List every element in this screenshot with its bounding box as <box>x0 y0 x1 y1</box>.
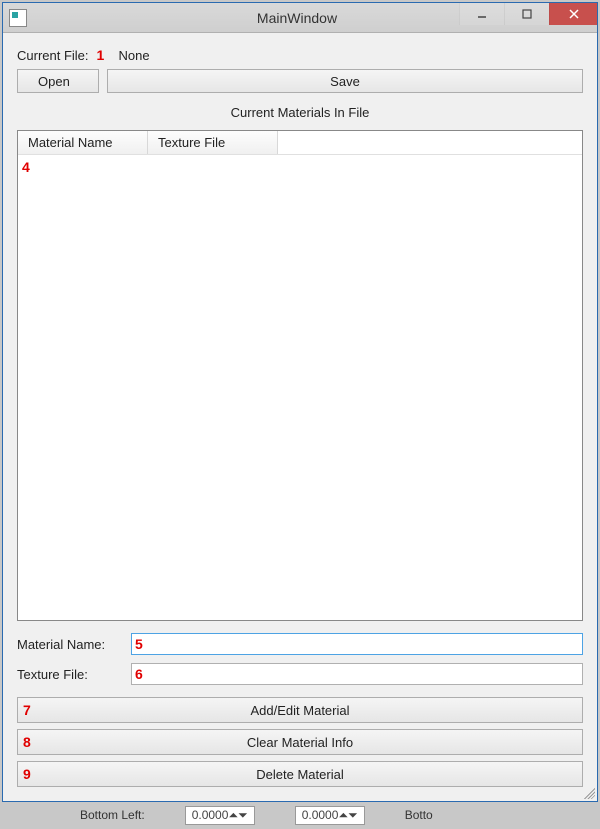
marker-4: 4 <box>22 159 30 175</box>
bg-spin-2: 0.0000⏶⏷ <box>295 806 365 825</box>
bg-spin-1: 0.0000⏶⏷ <box>185 806 255 825</box>
material-name-input-holder: 5 <box>131 633 583 655</box>
save-button-label: Save <box>330 74 360 89</box>
maximize-button[interactable] <box>504 3 549 25</box>
background-window-fragment: Bottom Left: 0.0000⏶⏷ 0.0000⏶⏷ Botto <box>0 805 600 825</box>
delete-row: 9 Delete Material <box>17 761 583 787</box>
close-icon <box>568 8 580 20</box>
current-file-label: Current File: <box>17 48 89 63</box>
clear-button-label: Clear Material Info <box>247 735 353 750</box>
material-name-input[interactable] <box>131 633 583 655</box>
current-file-row: Current File: 1 None <box>17 47 583 63</box>
table-header-row: Material Name Texture File <box>18 131 582 155</box>
current-file-value: None <box>119 48 150 63</box>
delete-button-label: Delete Material <box>256 767 343 782</box>
section-header: Current Materials In File <box>17 99 583 124</box>
resize-grip-icon[interactable] <box>581 785 595 799</box>
client-area: Current File: 1 None 2 Open 3 Save Curre… <box>3 33 597 801</box>
open-save-row: 2 Open 3 Save <box>17 69 583 93</box>
save-button-holder: 3 Save <box>107 69 583 93</box>
add-edit-row: 7 Add/Edit Material <box>17 697 583 723</box>
delete-material-button[interactable]: Delete Material <box>17 761 583 787</box>
maximize-icon <box>521 8 533 20</box>
column-header-texture-file[interactable]: Texture File <box>148 131 278 154</box>
texture-file-input-holder: 6 <box>131 663 583 685</box>
window-controls <box>459 3 597 25</box>
marker-1: 1 <box>97 47 111 63</box>
texture-file-label: Texture File: <box>17 667 125 682</box>
material-name-row: Material Name: 5 <box>17 633 583 655</box>
open-button-label: Open <box>38 74 70 89</box>
minimize-button[interactable] <box>459 3 504 25</box>
minimize-icon <box>476 8 488 20</box>
close-button[interactable] <box>549 3 597 25</box>
texture-file-input[interactable] <box>131 663 583 685</box>
texture-file-row: Texture File: 6 <box>17 663 583 685</box>
material-name-label: Material Name: <box>17 637 125 652</box>
add-edit-material-button[interactable]: Add/Edit Material <box>17 697 583 723</box>
app-icon <box>9 9 27 27</box>
add-edit-button-label: Add/Edit Material <box>251 703 350 718</box>
clear-material-info-button[interactable]: Clear Material Info <box>17 729 583 755</box>
save-button[interactable]: Save <box>107 69 583 93</box>
open-button-holder: 2 Open <box>17 69 99 93</box>
table-body[interactable]: 4 <box>18 155 582 620</box>
bg-label-bottom-right: Botto <box>405 808 433 822</box>
materials-table[interactable]: Material Name Texture File 4 <box>17 130 583 621</box>
column-header-material-name[interactable]: Material Name <box>18 131 148 154</box>
titlebar[interactable]: MainWindow <box>3 3 597 33</box>
clear-row: 8 Clear Material Info <box>17 729 583 755</box>
main-window: MainWindow Current File: 1 None 2 Open <box>2 2 598 802</box>
open-button[interactable]: Open <box>17 69 99 93</box>
bg-label-bottom-left: Bottom Left: <box>80 808 145 822</box>
